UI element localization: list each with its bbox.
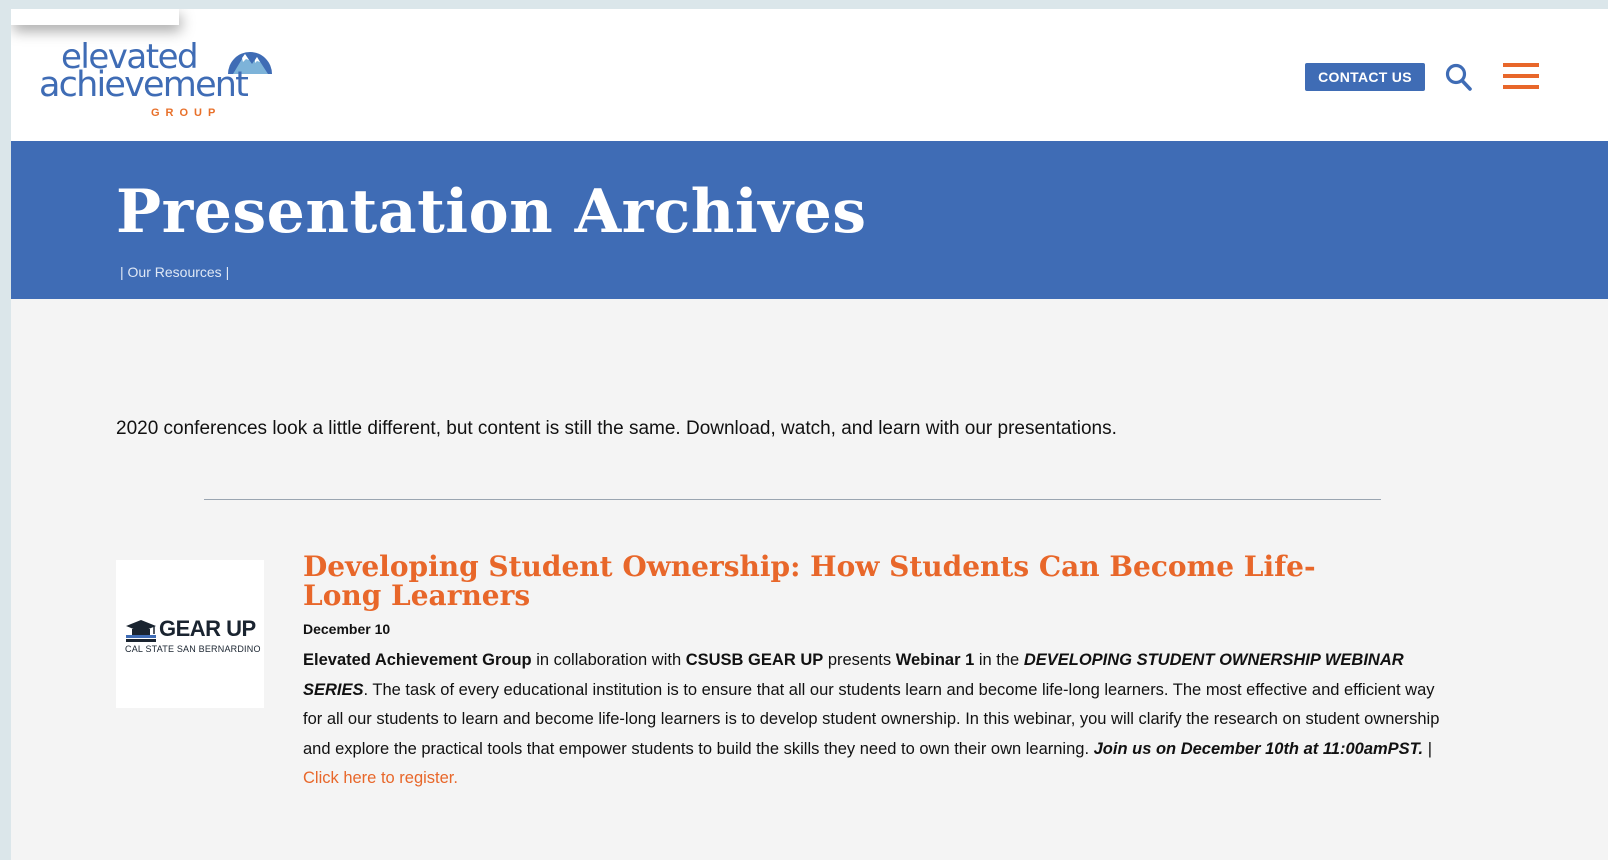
post-body: Elevated Achievement Group in collaborat… (303, 646, 1443, 794)
page-title: Presentation Archives (116, 177, 867, 247)
section-divider (204, 499, 1381, 500)
search-icon[interactable] (1445, 62, 1473, 92)
join-text: Join us on December 10th at 11:00amPST. (1093, 739, 1424, 758)
overlay-tab (11, 9, 179, 25)
webinar-label: Webinar 1 (895, 651, 975, 669)
breadcrumb-link-our-resources[interactable]: Our Resources (128, 264, 222, 280)
page-banner: Presentation Archives | Our Resources | (11, 141, 1608, 299)
register-link[interactable]: Click here to register. (303, 769, 458, 787)
org-name: Elevated Achievement Group (303, 651, 532, 669)
gear-up-logo: GEAR UP CAL STATE SAN BERNARDINO (124, 614, 260, 658)
body-text: presents (823, 651, 896, 669)
partner-name: CSUSB GEAR UP (685, 651, 824, 669)
logo-text-achievement: achievement (39, 65, 249, 105)
page-frame: elevated achievement GROUP CONTACT US Pr… (11, 9, 1608, 860)
site-logo[interactable]: elevated achievement GROUP (39, 37, 309, 127)
body-text: in collaboration with (531, 651, 686, 669)
breadcrumb-separator: | (225, 264, 230, 280)
breadcrumb-separator: | (120, 264, 124, 280)
site-header: elevated achievement GROUP CONTACT US (11, 9, 1608, 143)
body-separator: | (1423, 739, 1433, 758)
post-date: December 10 (303, 621, 391, 637)
thumb-title: GEAR UP (159, 616, 256, 641)
contact-us-button[interactable]: CONTACT US (1305, 63, 1425, 91)
breadcrumb: | Our Resources | (120, 264, 229, 280)
body-text: in the (974, 651, 1024, 669)
logo-text-group: GROUP (151, 107, 222, 119)
hamburger-menu-icon[interactable] (1503, 61, 1539, 91)
graduation-cap-icon (126, 620, 156, 642)
thumb-subtitle: CAL STATE SAN BERNARDINO (125, 644, 261, 654)
post-title[interactable]: Developing Student Ownership: How Studen… (303, 552, 1393, 610)
post-thumbnail[interactable]: GEAR UP CAL STATE SAN BERNARDINO (116, 560, 264, 708)
intro-text: 2020 conferences look a little different… (116, 418, 1117, 439)
